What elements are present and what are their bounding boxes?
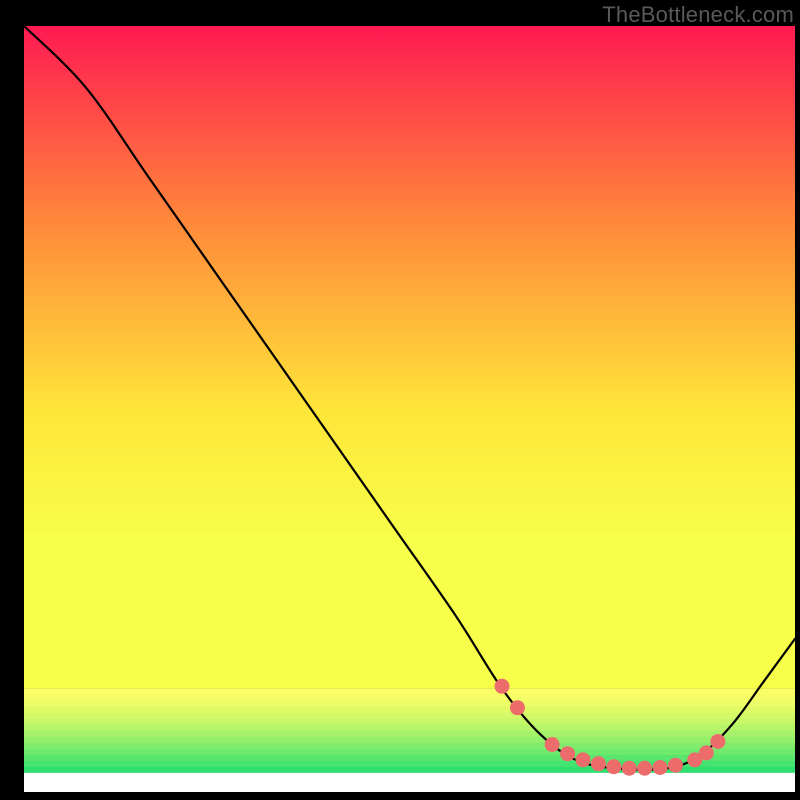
valley-marker bbox=[710, 734, 725, 749]
gradient-bottom-strip bbox=[24, 773, 795, 792]
gradient-band bbox=[24, 695, 795, 702]
gradient-band bbox=[24, 731, 795, 738]
valley-marker bbox=[495, 679, 510, 694]
gradient-band bbox=[24, 713, 795, 720]
gradient-band bbox=[24, 737, 795, 744]
valley-marker bbox=[622, 761, 637, 776]
bottleneck-curve-chart bbox=[24, 26, 795, 792]
valley-marker bbox=[653, 760, 668, 775]
chart-frame: TheBottleneck.com bbox=[0, 0, 800, 800]
valley-marker bbox=[575, 752, 590, 767]
gradient-band bbox=[24, 701, 795, 708]
gradient-band bbox=[24, 689, 795, 696]
valley-marker bbox=[591, 756, 606, 771]
gradient-band bbox=[24, 725, 795, 732]
valley-marker bbox=[637, 761, 652, 776]
gradient-band bbox=[24, 719, 795, 726]
gradient-band bbox=[24, 707, 795, 714]
valley-marker bbox=[560, 746, 575, 761]
valley-marker bbox=[606, 759, 621, 774]
valley-marker bbox=[545, 737, 560, 752]
gradient-background bbox=[24, 26, 795, 689]
valley-marker bbox=[668, 758, 683, 773]
valley-marker bbox=[699, 745, 714, 760]
gradient-band bbox=[24, 749, 795, 756]
valley-marker bbox=[510, 700, 525, 715]
watermark-text: TheBottleneck.com bbox=[602, 2, 794, 28]
gradient-band bbox=[24, 743, 795, 750]
